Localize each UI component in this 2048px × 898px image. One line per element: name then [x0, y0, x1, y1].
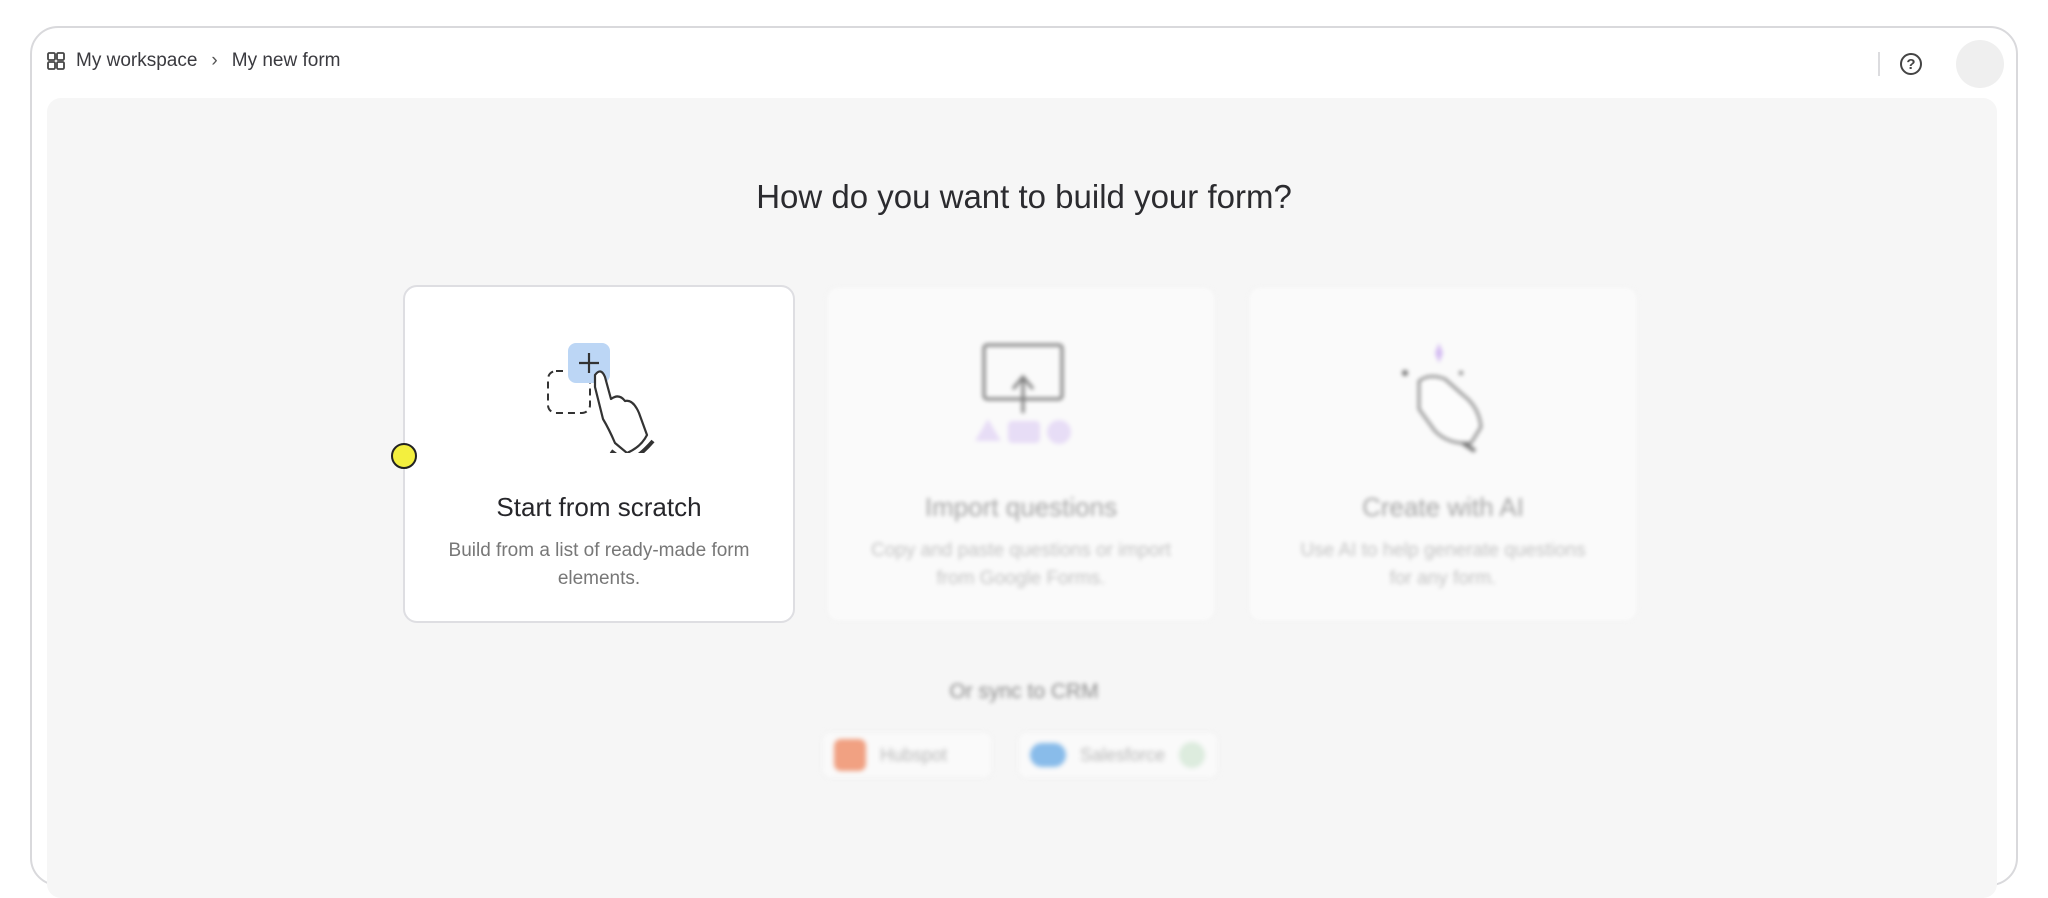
option-description: Build from a list of ready-made form ele… [448, 540, 750, 589]
option-import-questions[interactable]: Import questions Copy and paste question… [825, 285, 1217, 623]
option-title: Import questions [924, 492, 1118, 522]
option-title: Start from scratch [496, 492, 702, 522]
import-illustration-icon [975, 343, 1071, 444]
option-start-from-scratch[interactable]: Start from scratch Build from a list of … [403, 285, 795, 623]
breadcrumb-workspace[interactable]: My workspace [76, 50, 197, 72]
crm-label: Salesforce [1080, 744, 1166, 765]
option-create-with-ai[interactable]: Create with AI Use AI to help generate q… [1247, 285, 1639, 623]
header-actions: ? [1878, 40, 2004, 88]
breadcrumb-form-name[interactable]: My new form [232, 50, 341, 72]
sync-badge-icon [1179, 742, 1206, 768]
hubspot-button[interactable]: Hubspot [820, 730, 994, 780]
breadcrumb: My workspace › My new form [46, 44, 341, 78]
scratch-illustration-icon [547, 343, 655, 453]
option-description: Use AI to help generate questions for an… [1300, 540, 1586, 589]
crm-sync-label: Or sync to CRM [949, 680, 1099, 703]
option-description: Copy and paste questions or import from … [871, 540, 1171, 589]
help-icon[interactable]: ? [1900, 53, 1922, 75]
option-title: Create with AI [1362, 492, 1524, 522]
crm-options: Hubspot Salesforce [820, 730, 1220, 780]
avatar[interactable] [1956, 40, 2004, 88]
divider [1878, 52, 1880, 76]
ai-sparkle-illustration-icon [1402, 343, 1483, 453]
chevron-right-icon: › [211, 50, 218, 71]
crm-label: Hubspot [880, 744, 948, 765]
salesforce-button[interactable]: Salesforce [1016, 730, 1220, 780]
salesforce-logo-icon [1030, 743, 1066, 767]
workspace-grid-icon[interactable] [46, 51, 66, 71]
hubspot-logo-icon [834, 739, 866, 771]
page-title: How do you want to build your form? [756, 178, 1292, 215]
pointer-cursor-icon [391, 443, 417, 469]
